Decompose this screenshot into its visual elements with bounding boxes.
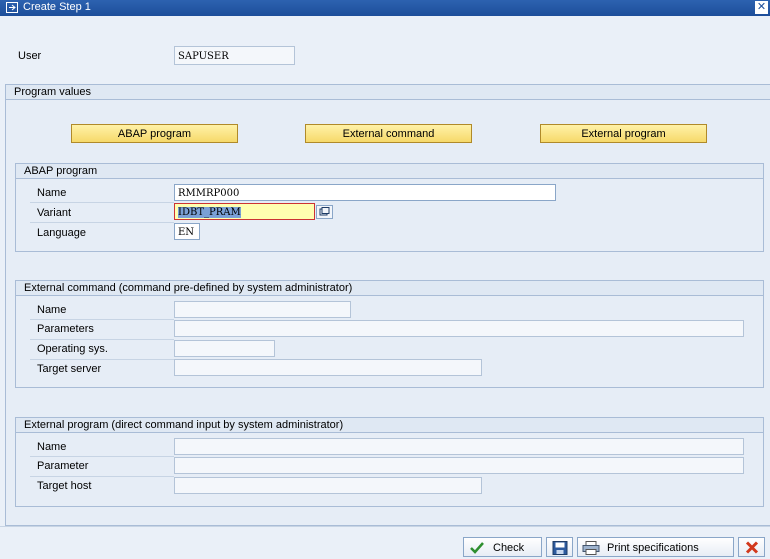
external-command-heading: External command (command pre-defined by…: [16, 281, 763, 296]
target-host-field[interactable]: [174, 477, 482, 494]
variant-field[interactable]: IDBT_PRAM: [174, 203, 315, 220]
parameters-label: Parameters: [37, 323, 94, 335]
check-label: Check: [493, 542, 525, 554]
cmd-name-label: Name: [37, 304, 67, 316]
prog-parameter-field[interactable]: [174, 457, 744, 474]
row-divider: [30, 476, 174, 477]
abap-name-label: Name: [37, 187, 67, 199]
target-server-label: Target server: [37, 363, 102, 375]
print-label: Print specifications: [607, 542, 699, 554]
window-title: Create Step 1: [23, 1, 91, 13]
row-divider: [30, 456, 174, 457]
create-step-icon: [6, 2, 18, 13]
parameter-label: Parameter: [37, 460, 89, 472]
prog-name-field[interactable]: [174, 438, 744, 455]
check-button[interactable]: Check: [463, 537, 542, 557]
save-icon: [552, 541, 568, 555]
row-divider: [30, 319, 174, 320]
row-divider: [30, 359, 174, 360]
cancel-button[interactable]: [738, 537, 765, 557]
save-button[interactable]: [546, 537, 573, 557]
row-divider: [30, 339, 174, 340]
external-program-button[interactable]: External program: [540, 124, 707, 143]
operating-sys-label: Operating sys.: [37, 343, 108, 355]
print-specifications-button[interactable]: Print specifications: [577, 537, 734, 557]
value-help-icon[interactable]: [316, 205, 333, 219]
operating-sys-field[interactable]: [174, 340, 275, 357]
user-label: User: [18, 50, 42, 62]
title-bar: Create Step 1 ✕: [0, 0, 770, 16]
close-icon[interactable]: ✕: [755, 1, 768, 14]
target-host-label: Target host: [37, 480, 92, 492]
abap-name-field[interactable]: RMMRP000: [174, 184, 556, 201]
abap-program-group: ABAP program: [15, 163, 764, 252]
abap-program-heading: ABAP program: [16, 164, 763, 179]
checkmark-icon: [470, 542, 484, 554]
prog-name-label: Name: [37, 441, 67, 453]
cmd-parameters-field[interactable]: [174, 320, 744, 337]
printer-icon: [582, 541, 600, 555]
language-label: Language: [37, 227, 86, 239]
language-field[interactable]: EN: [174, 223, 200, 240]
cancel-x-icon: [745, 541, 759, 554]
row-divider: [30, 202, 174, 203]
target-server-field[interactable]: [174, 359, 482, 376]
abap-program-button[interactable]: ABAP program: [71, 124, 238, 143]
program-values-heading: Program values: [6, 85, 770, 100]
variant-label: Variant: [37, 207, 72, 219]
user-field[interactable]: SAPUSER: [174, 46, 295, 65]
cmd-name-field[interactable]: [174, 301, 351, 318]
external-command-button[interactable]: External command: [305, 124, 472, 143]
external-program-heading: External program (direct command input b…: [16, 418, 763, 433]
row-divider: [30, 222, 174, 223]
variant-value: IDBT_PRAM: [178, 207, 241, 218]
